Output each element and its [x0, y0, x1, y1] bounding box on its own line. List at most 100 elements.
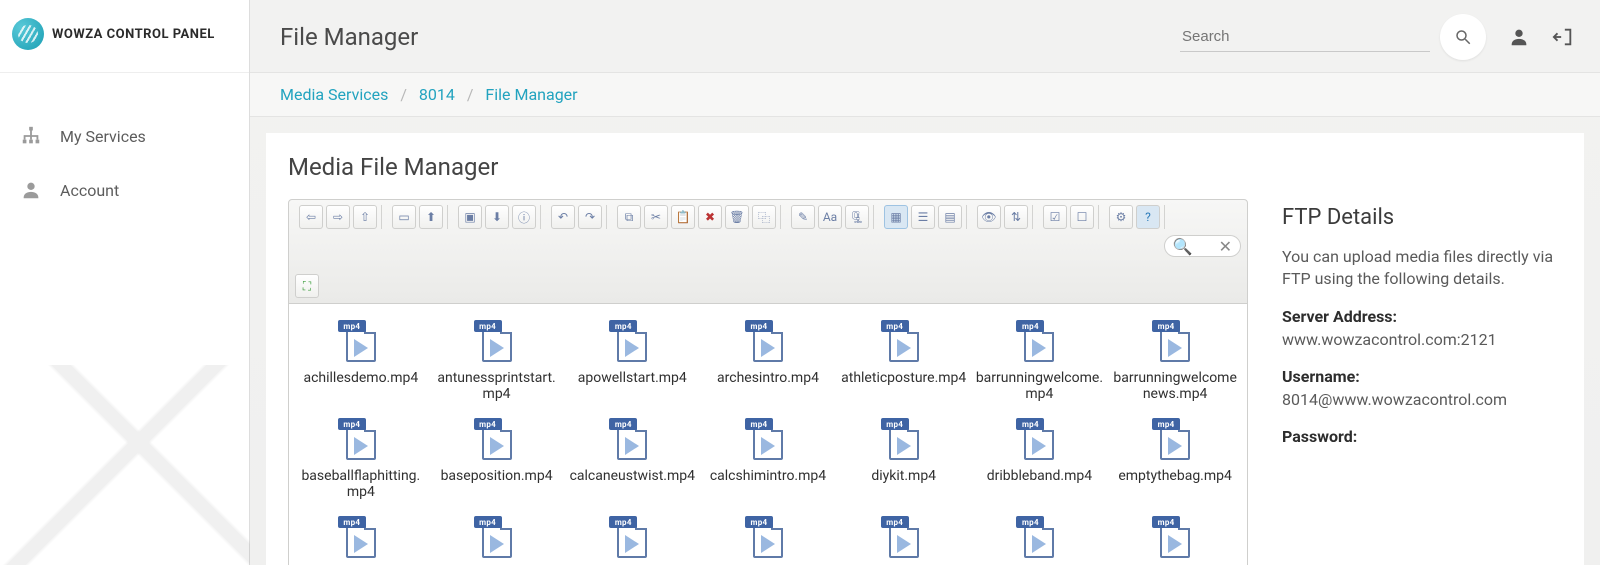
breadcrumb: Media Services / 8014 / File Manager: [250, 72, 1600, 117]
search-button[interactable]: [1440, 14, 1486, 60]
file-name: apowellstart.mp4: [578, 370, 687, 386]
duplicate-button[interactable]: ⿻: [752, 205, 776, 229]
file-item[interactable]: mp4insideedgeterm.mp4: [974, 510, 1106, 565]
settings-button[interactable]: ⚙: [1109, 205, 1133, 229]
sitemap-icon: [20, 125, 42, 147]
breadcrumb-8014[interactable]: 8014: [419, 85, 455, 104]
file-item[interactable]: mp4 athleticposture.mp4: [838, 314, 970, 408]
view-list-button[interactable]: ☰: [911, 205, 935, 229]
page-title: File Manager: [280, 23, 418, 51]
file-item[interactable]: mp4 calcshimintro.mp4: [702, 412, 834, 506]
mp4-file-icon: mp4: [336, 316, 386, 366]
delete-button[interactable]: ✖: [698, 205, 722, 229]
mp4-file-icon: mp4: [472, 512, 522, 562]
file-item[interactable]: mp4apowellstart.mp4: [566, 314, 698, 408]
deselect-all-button[interactable]: ☐: [1070, 205, 1094, 229]
mp4-file-icon: mp4: [1014, 512, 1064, 562]
file-item[interactable]: mp4baseposition.mp4: [431, 412, 563, 506]
file-item[interactable]: mp4 baseballflaphitting.mp4: [295, 412, 427, 506]
file-name: calcshimintro.mp4: [710, 468, 826, 484]
select-all-button[interactable]: ☑: [1043, 205, 1067, 229]
ftp-username-value: 8014@www.wowzacontrol.com: [1282, 390, 1562, 409]
brand-text: WOWZA CONTROL PANEL: [52, 27, 215, 42]
search-icon: 🔍: [1173, 237, 1193, 256]
fullscreen-button[interactable]: ⛶: [295, 274, 319, 298]
mp4-file-icon: mp4: [607, 512, 657, 562]
file-name: achillesdemo.mp4: [303, 370, 418, 386]
file-item[interactable]: mp4emptythebag.mp4: [1109, 412, 1241, 506]
file-name: baseballflaphitting.mp4: [297, 468, 425, 500]
mp4-file-icon: mp4: [607, 414, 657, 464]
rename-button[interactable]: Aa: [818, 205, 842, 229]
mp4-file-icon: mp4: [1150, 414, 1200, 464]
sidebar-item-my-services[interactable]: My Services: [0, 109, 249, 163]
new-folder-button[interactable]: ▭: [392, 205, 416, 229]
sidebar-nav: My Services Account: [0, 73, 249, 217]
file-item[interactable]: mp4archesintro.mp4: [702, 314, 834, 408]
file-item[interactable]: mp4flaparms.mp4: [431, 510, 563, 565]
info-button[interactable]: ⓘ: [512, 205, 536, 229]
breadcrumb-separator: /: [400, 85, 407, 104]
breadcrumb-separator: /: [467, 85, 474, 104]
mp4-file-icon: mp4: [743, 316, 793, 366]
view-columns-button[interactable]: ▤: [938, 205, 962, 229]
mp4-file-icon: mp4: [743, 512, 793, 562]
logout-icon[interactable]: [1552, 26, 1574, 48]
mp4-file-icon: mp4: [472, 316, 522, 366]
file-item[interactable]: mp4barrunningwelcome.mp4: [974, 314, 1106, 408]
main: File Manager Media Services / 8014 / Fil…: [250, 0, 1600, 565]
view-icons-button[interactable]: ▦: [884, 205, 908, 229]
account-icon[interactable]: [1508, 26, 1530, 48]
topbar-right: [1180, 14, 1574, 60]
help-button[interactable]: ?: [1136, 205, 1160, 229]
edit-button[interactable]: ✎: [791, 205, 815, 229]
ftp-title: FTP Details: [1282, 205, 1562, 230]
file-item[interactable]: mp4 antunessprintstart.mp4: [431, 314, 563, 408]
cut-button[interactable]: ✂: [644, 205, 668, 229]
clear-search-icon[interactable]: ✕: [1219, 237, 1232, 256]
file-grid: mp4 achillesdemo.mp4 mp4 antunessprintstart…: [288, 304, 1248, 565]
mp4-file-icon: mp4: [879, 316, 929, 366]
file-item[interactable]: mp4foldedcycle.mp4: [702, 510, 834, 565]
back-button[interactable]: ⇦: [299, 205, 323, 229]
toolbar-search[interactable]: 🔍 ✕: [1164, 235, 1241, 257]
file-name: athleticposture.mp4: [841, 370, 966, 386]
file-name: barrunningwelcome.mp4: [976, 370, 1104, 402]
paste-button[interactable]: 📋: [671, 205, 695, 229]
file-name: baseposition.mp4: [441, 468, 553, 484]
mp4-file-icon: mp4: [336, 414, 386, 464]
sort-button[interactable]: ⇅: [1004, 205, 1028, 229]
file-item[interactable]: mp4introbarunning.mp4: [1109, 510, 1241, 565]
copy-button[interactable]: ⧉: [617, 205, 641, 229]
file-item[interactable]: mp4 achillesdemo.mp4: [295, 314, 427, 408]
file-item[interactable]: mp4insideedge.mp4: [838, 510, 970, 565]
decorative-background: [0, 365, 250, 565]
preview-button[interactable]: 👁: [977, 205, 1001, 229]
empty-button[interactable]: 🗑: [725, 205, 749, 229]
file-item[interactable]: mp4 calcaneustwist.mp4: [566, 412, 698, 506]
file-manager: ⇦ ⇨ ⇧ ▭ ⬆ ▣ ⬇ ⓘ ↶ ↷: [288, 199, 1248, 565]
search-icon: [1454, 28, 1472, 46]
sidebar-item-account[interactable]: Account: [0, 163, 249, 217]
download-button[interactable]: ⬇: [485, 205, 509, 229]
file-item[interactable]: mp4flapflap.mp4: [566, 510, 698, 565]
mp4-file-icon: mp4: [743, 414, 793, 464]
section-title: Media File Manager: [288, 153, 1562, 181]
undo-button[interactable]: ↶: [551, 205, 575, 229]
file-name: calcaneustwist.mp4: [570, 468, 695, 484]
sidebar-item-label: My Services: [60, 127, 146, 146]
mp4-file-icon: mp4: [879, 414, 929, 464]
upload-button[interactable]: ⬆: [419, 205, 443, 229]
file-item[interactable]: mp4flap.mp4: [295, 510, 427, 565]
file-item[interactable]: mp4dribbleband.mp4: [974, 412, 1106, 506]
file-item[interactable]: mp4diykit.mp4: [838, 412, 970, 506]
archive-button[interactable]: 🗜: [845, 205, 869, 229]
redo-button[interactable]: ↷: [578, 205, 602, 229]
forward-button[interactable]: ⇨: [326, 205, 350, 229]
search-input[interactable]: [1180, 22, 1430, 52]
file-item[interactable]: mp4barrunningwelcomenews.mp4: [1109, 314, 1241, 408]
breadcrumb-media-services[interactable]: Media Services: [280, 85, 388, 104]
file-name: antunessprintstart.mp4: [433, 370, 561, 402]
open-button[interactable]: ▣: [458, 205, 482, 229]
up-button[interactable]: ⇧: [353, 205, 377, 229]
